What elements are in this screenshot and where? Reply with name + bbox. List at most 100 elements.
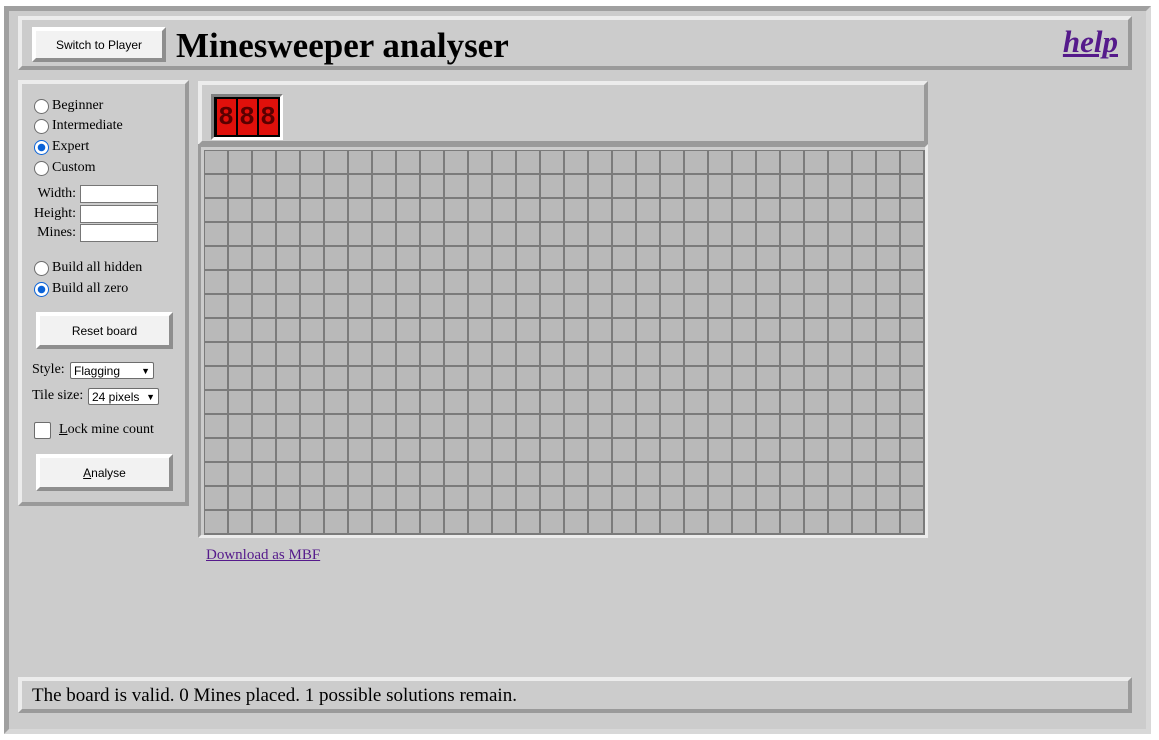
board-cell[interactable] xyxy=(493,271,517,295)
board-cell[interactable] xyxy=(565,415,589,439)
board-cell[interactable] xyxy=(757,343,781,367)
board-cell[interactable] xyxy=(277,511,301,535)
board-cell[interactable] xyxy=(517,487,541,511)
board-cell[interactable] xyxy=(589,439,613,463)
board-cell[interactable] xyxy=(877,223,901,247)
width-input[interactable] xyxy=(80,185,158,203)
board-cell[interactable] xyxy=(637,151,661,175)
board-cell[interactable] xyxy=(469,223,493,247)
board-cell[interactable] xyxy=(661,439,685,463)
board-cell[interactable] xyxy=(205,463,229,487)
board-cell[interactable] xyxy=(733,175,757,199)
board-cell[interactable] xyxy=(205,487,229,511)
board-cell[interactable] xyxy=(373,223,397,247)
board-cell[interactable] xyxy=(853,415,877,439)
board-cell[interactable] xyxy=(637,415,661,439)
board-cell[interactable] xyxy=(853,343,877,367)
board-cell[interactable] xyxy=(301,487,325,511)
board-cell[interactable] xyxy=(373,295,397,319)
style-select[interactable]: Flagging ▼ xyxy=(70,362,154,379)
board-cell[interactable] xyxy=(901,151,925,175)
board-cell[interactable] xyxy=(685,343,709,367)
board-cell[interactable] xyxy=(637,511,661,535)
board-cell[interactable] xyxy=(349,487,373,511)
board-cell[interactable] xyxy=(613,175,637,199)
board-cell[interactable] xyxy=(229,367,253,391)
board-cell[interactable] xyxy=(661,223,685,247)
board-cell[interactable] xyxy=(421,367,445,391)
board-cell[interactable] xyxy=(325,487,349,511)
board-cell[interactable] xyxy=(421,319,445,343)
board-cell[interactable] xyxy=(565,295,589,319)
board-cell[interactable] xyxy=(829,487,853,511)
board-cell[interactable] xyxy=(325,223,349,247)
board-cell[interactable] xyxy=(541,319,565,343)
radio-expert[interactable]: Expert xyxy=(34,139,89,155)
board-cell[interactable] xyxy=(757,463,781,487)
board-cell[interactable] xyxy=(349,415,373,439)
board-cell[interactable] xyxy=(349,391,373,415)
board-cell[interactable] xyxy=(709,199,733,223)
board-cell[interactable] xyxy=(325,271,349,295)
board-cell[interactable] xyxy=(469,271,493,295)
board-cell[interactable] xyxy=(805,295,829,319)
board-cell[interactable] xyxy=(589,175,613,199)
board-cell[interactable] xyxy=(229,199,253,223)
board-cell[interactable] xyxy=(829,415,853,439)
board-cell[interactable] xyxy=(709,439,733,463)
board-cell[interactable] xyxy=(325,415,349,439)
board-cell[interactable] xyxy=(805,247,829,271)
board-cell[interactable] xyxy=(301,175,325,199)
board-cell[interactable] xyxy=(493,463,517,487)
board-cell[interactable] xyxy=(709,319,733,343)
board-cell[interactable] xyxy=(613,295,637,319)
board-cell[interactable] xyxy=(445,391,469,415)
board-cell[interactable] xyxy=(781,367,805,391)
board-cell[interactable] xyxy=(229,295,253,319)
board-cell[interactable] xyxy=(877,199,901,223)
board-cell[interactable] xyxy=(493,415,517,439)
board-cell[interactable] xyxy=(445,271,469,295)
help-link[interactable]: help xyxy=(1063,22,1118,62)
board-cell[interactable] xyxy=(637,439,661,463)
board-cell[interactable] xyxy=(397,151,421,175)
board-cell[interactable] xyxy=(853,247,877,271)
board-cell[interactable] xyxy=(277,367,301,391)
board-cell[interactable] xyxy=(541,343,565,367)
board-cell[interactable] xyxy=(901,247,925,271)
board-cell[interactable] xyxy=(613,487,637,511)
board-cell[interactable] xyxy=(421,463,445,487)
board-cell[interactable] xyxy=(205,511,229,535)
board-cell[interactable] xyxy=(493,223,517,247)
board-cell[interactable] xyxy=(589,151,613,175)
board-cell[interactable] xyxy=(253,463,277,487)
board-cell[interactable] xyxy=(205,391,229,415)
board-cell[interactable] xyxy=(805,151,829,175)
board-cell[interactable] xyxy=(205,223,229,247)
board-cell[interactable] xyxy=(565,175,589,199)
board-cell[interactable] xyxy=(445,439,469,463)
board-cell[interactable] xyxy=(805,439,829,463)
board-cell[interactable] xyxy=(661,511,685,535)
board-cell[interactable] xyxy=(589,487,613,511)
board-cell[interactable] xyxy=(373,487,397,511)
board-cell[interactable] xyxy=(781,295,805,319)
board-cell[interactable] xyxy=(901,223,925,247)
board-cell[interactable] xyxy=(445,151,469,175)
board-cell[interactable] xyxy=(469,463,493,487)
board-cell[interactable] xyxy=(421,223,445,247)
board-cell[interactable] xyxy=(685,223,709,247)
board-cell[interactable] xyxy=(733,319,757,343)
board-cell[interactable] xyxy=(877,295,901,319)
board-cell[interactable] xyxy=(757,487,781,511)
board-cell[interactable] xyxy=(253,511,277,535)
board-cell[interactable] xyxy=(541,151,565,175)
board-cell[interactable] xyxy=(829,295,853,319)
board-cell[interactable] xyxy=(685,487,709,511)
board-cell[interactable] xyxy=(421,247,445,271)
board-cell[interactable] xyxy=(901,511,925,535)
board-cell[interactable] xyxy=(469,199,493,223)
board-cell[interactable] xyxy=(373,367,397,391)
board-cell[interactable] xyxy=(613,319,637,343)
board-cell[interactable] xyxy=(541,223,565,247)
